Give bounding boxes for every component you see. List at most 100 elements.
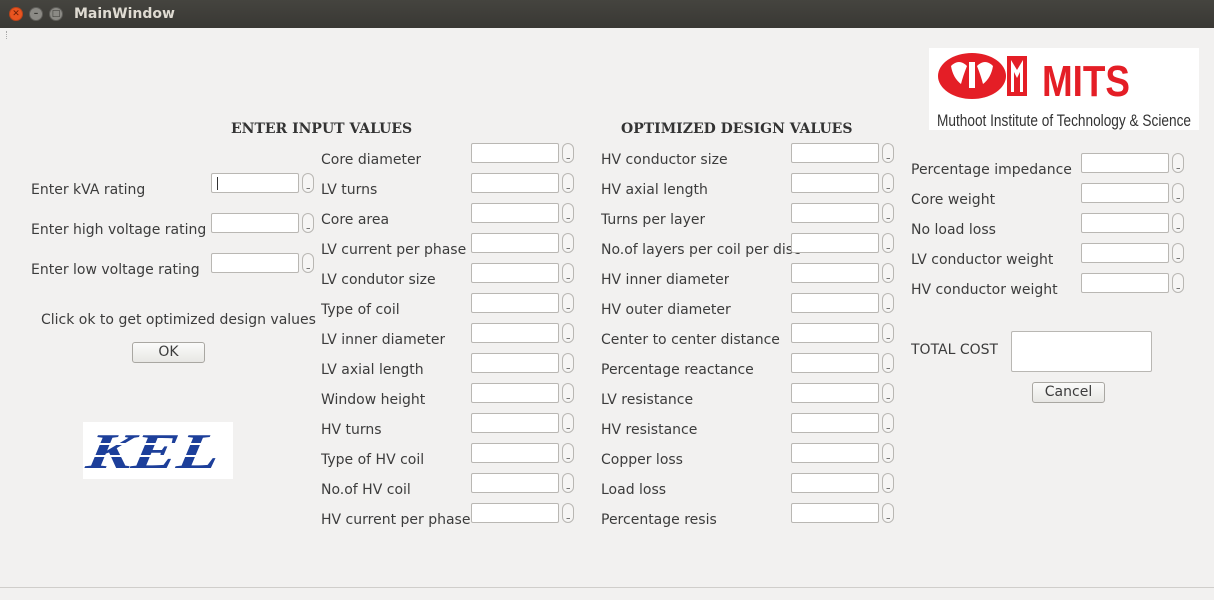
lv-turns-field[interactable]: [471, 173, 559, 193]
percentage-reactance-spin-icon[interactable]: [882, 353, 894, 373]
hv-resistance-spin-icon[interactable]: [882, 413, 894, 433]
turns-per-layer-spin-icon[interactable]: [882, 203, 894, 223]
hv-turns-label: HV turns: [321, 422, 382, 438]
enter-kva-rating-spin-icon[interactable]: [302, 173, 314, 193]
hv-turns-field[interactable]: [471, 413, 559, 433]
hv-axial-length-spin-icon[interactable]: [882, 173, 894, 193]
input-heading: ENTER INPUT VALUES: [231, 121, 413, 137]
hv-conductor-weight-spin-icon[interactable]: [1172, 273, 1184, 293]
core-diameter-label: Core diameter: [321, 152, 422, 168]
type-of-hv-coil-spin-icon[interactable]: [562, 443, 574, 463]
lv-axial-length-spin-icon[interactable]: [562, 353, 574, 373]
hv-current-per-phase-spin-icon[interactable]: [562, 503, 574, 523]
hv-axial-length-field[interactable]: [791, 173, 879, 193]
ok-button[interactable]: OK: [132, 342, 205, 363]
lv-condutor-size-label: LV condutor size: [321, 272, 436, 288]
copper-loss-field[interactable]: [791, 443, 879, 463]
lv-axial-length-field[interactable]: [471, 353, 559, 373]
mits-logo-subtitle: Muthoot Institute of Technology & Scienc…: [937, 111, 1191, 130]
copper-loss-spin-icon[interactable]: [882, 443, 894, 463]
center-to-center-distance-field[interactable]: [791, 323, 879, 343]
lv-conductor-weight-label: LV conductor weight: [911, 252, 1054, 268]
enter-low-voltage-rating-field[interactable]: [211, 253, 299, 273]
no-of-layers-per-coil-per-disc-field[interactable]: [791, 233, 879, 253]
percentage-resis-field[interactable]: [791, 503, 879, 523]
lv-inner-diameter-field[interactable]: [471, 323, 559, 343]
no-of-hv-coil-field[interactable]: [471, 473, 559, 493]
enter-low-voltage-rating-spin-icon[interactable]: [302, 253, 314, 273]
maximize-window-button[interactable]: □: [49, 7, 63, 21]
load-loss-spin-icon[interactable]: [882, 473, 894, 493]
no-of-hv-coil-label: No.of HV coil: [321, 482, 411, 498]
window-height-field[interactable]: [471, 383, 559, 403]
lv-inner-diameter-spin-icon[interactable]: [562, 323, 574, 343]
hv-turns-spin-icon[interactable]: [562, 413, 574, 433]
type-of-coil-spin-icon[interactable]: [562, 293, 574, 313]
core-weight-spin-icon[interactable]: [1172, 183, 1184, 203]
cancel-button[interactable]: Cancel: [1032, 382, 1105, 403]
core-area-field[interactable]: [471, 203, 559, 223]
hv-conductor-size-field[interactable]: [791, 143, 879, 163]
lv-turns-label: LV turns: [321, 182, 378, 198]
core-weight-field[interactable]: [1081, 183, 1169, 203]
lv-condutor-size-field[interactable]: [471, 263, 559, 283]
hv-outer-diameter-field[interactable]: [791, 293, 879, 313]
hv-axial-length-label: HV axial length: [601, 182, 708, 198]
close-window-button[interactable]: ✕: [9, 7, 23, 21]
enter-high-voltage-rating-spin-icon[interactable]: [302, 213, 314, 233]
lv-inner-diameter-label: LV inner diameter: [321, 332, 446, 348]
lv-condutor-size-spin-icon[interactable]: [562, 263, 574, 283]
type-of-hv-coil-field[interactable]: [471, 443, 559, 463]
hv-resistance-field[interactable]: [791, 413, 879, 433]
minimize-window-button[interactable]: –: [29, 7, 43, 21]
minimize-icon: –: [33, 9, 39, 19]
hv-conductor-weight-label: HV conductor weight: [911, 282, 1058, 298]
lv-conductor-weight-spin-icon[interactable]: [1172, 243, 1184, 263]
lv-conductor-weight-field[interactable]: [1081, 243, 1169, 263]
load-loss-field[interactable]: [791, 473, 879, 493]
percentage-impedance-spin-icon[interactable]: [1172, 153, 1184, 173]
type-of-coil-label: Type of coil: [321, 302, 400, 318]
no-of-hv-coil-spin-icon[interactable]: [562, 473, 574, 493]
text-cursor: [217, 177, 218, 190]
hv-inner-diameter-label: HV inner diameter: [601, 272, 730, 288]
no-of-layers-per-coil-per-disc-spin-icon[interactable]: [882, 233, 894, 253]
lv-current-per-phase-spin-icon[interactable]: [562, 233, 574, 253]
mits-logo-text: MITS: [1042, 57, 1130, 106]
total-cost-field[interactable]: [1011, 331, 1152, 372]
core-diameter-spin-icon[interactable]: [562, 143, 574, 163]
hv-current-per-phase-field[interactable]: [471, 503, 559, 523]
type-of-hv-coil-label: Type of HV coil: [321, 452, 425, 468]
instruction-text: Click ok to get optimized design values: [41, 312, 316, 328]
type-of-coil-field[interactable]: [471, 293, 559, 313]
lv-resistance-label: LV resistance: [601, 392, 694, 408]
percentage-resis-spin-icon[interactable]: [882, 503, 894, 523]
no-load-loss-field[interactable]: [1081, 213, 1169, 233]
hv-inner-diameter-spin-icon[interactable]: [882, 263, 894, 283]
core-weight-label: Core weight: [911, 192, 996, 208]
lv-resistance-field[interactable]: [791, 383, 879, 403]
enter-low-voltage-rating-label: Enter low voltage rating: [31, 262, 200, 278]
lv-current-per-phase-label: LV current per phase: [321, 242, 467, 258]
center-to-center-distance-spin-icon[interactable]: [882, 323, 894, 343]
hv-current-per-phase-label: HV current per phase: [321, 512, 471, 528]
turns-per-layer-field[interactable]: [791, 203, 879, 223]
hv-inner-diameter-field[interactable]: [791, 263, 879, 283]
percentage-impedance-field[interactable]: [1081, 153, 1169, 173]
lv-turns-spin-icon[interactable]: [562, 173, 574, 193]
lv-current-per-phase-field[interactable]: [471, 233, 559, 253]
window-title: MainWindow: [74, 6, 175, 22]
window-height-spin-icon[interactable]: [562, 383, 574, 403]
hv-conductor-weight-field[interactable]: [1081, 273, 1169, 293]
lv-resistance-spin-icon[interactable]: [882, 383, 894, 403]
core-diameter-field[interactable]: [471, 143, 559, 163]
hv-outer-diameter-spin-icon[interactable]: [882, 293, 894, 313]
percentage-reactance-field[interactable]: [791, 353, 879, 373]
core-area-spin-icon[interactable]: [562, 203, 574, 223]
percentage-impedance-label: Percentage impedance: [911, 162, 1072, 178]
enter-kva-rating-label: Enter kVA rating: [31, 182, 146, 198]
no-load-loss-spin-icon[interactable]: [1172, 213, 1184, 233]
enter-kva-rating-field[interactable]: [211, 173, 299, 193]
hv-conductor-size-spin-icon[interactable]: [882, 143, 894, 163]
enter-high-voltage-rating-field[interactable]: [211, 213, 299, 233]
